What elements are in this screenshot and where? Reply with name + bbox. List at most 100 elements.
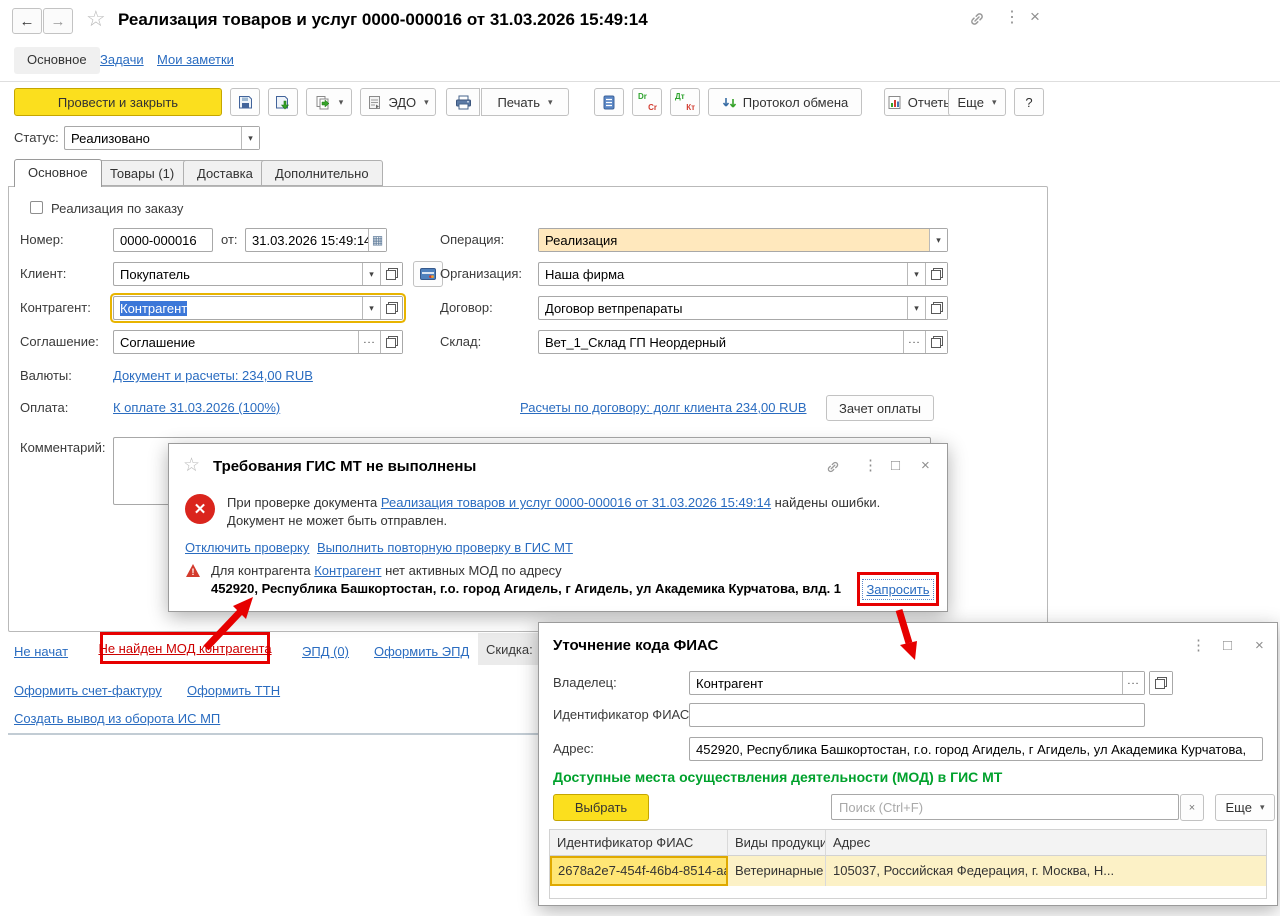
- tab-delivery[interactable]: Доставка: [183, 160, 267, 186]
- agreement-choose-icon[interactable]: ...: [358, 331, 380, 353]
- dr-label: Dr: [638, 92, 647, 101]
- post-and-close-button[interactable]: Провести и закрыть: [14, 88, 222, 116]
- search-clear-button[interactable]: ×: [1180, 794, 1204, 821]
- warehouse-field[interactable]: Вет_1_Склад ГП Неордерный ...: [538, 330, 948, 354]
- client-dropdown-icon[interactable]: ▾: [362, 263, 380, 285]
- search-input[interactable]: [831, 794, 1179, 820]
- counterparty-dropdown-icon[interactable]: ▾: [362, 297, 380, 319]
- modal-close-icon[interactable]: ×: [921, 458, 930, 474]
- page-title: Реализация товаров и услуг 0000-000016 о…: [118, 10, 648, 29]
- address-field[interactable]: 452920, Республика Башкортостан, г.о. го…: [689, 737, 1263, 761]
- nav-tasks[interactable]: Задачи: [100, 52, 144, 67]
- get-link-icon[interactable]: [968, 10, 986, 28]
- operation-dropdown-icon[interactable]: ▾: [929, 229, 947, 251]
- org-field[interactable]: Наша фирма ▾: [538, 262, 948, 286]
- owner-choose-icon[interactable]: ...: [1122, 672, 1144, 694]
- status-dropdown-icon[interactable]: ▾: [241, 127, 259, 149]
- client-field[interactable]: Покупатель ▾: [113, 262, 403, 286]
- tab-goods[interactable]: Товары (1): [96, 160, 189, 186]
- owner-open-button[interactable]: [1149, 671, 1173, 695]
- recheck-link[interactable]: Выполнить повторную проверку в ГИС МТ: [317, 540, 573, 555]
- help-button[interactable]: ?: [1014, 88, 1044, 116]
- epd-link[interactable]: ЭПД (0): [302, 644, 349, 659]
- mod-table: Идентификатор ФИАС Виды продукции Адрес …: [549, 829, 1267, 899]
- not-started-link[interactable]: Не начат: [14, 644, 68, 659]
- nav-main[interactable]: Основное: [14, 47, 100, 74]
- loyalty-card-button[interactable]: [413, 261, 443, 287]
- agreement-open-button[interactable]: [380, 331, 402, 353]
- modal-more-icon[interactable]: ⋮: [863, 458, 878, 474]
- fias-id-field[interactable]: [689, 703, 1145, 727]
- dtkt-button[interactable]: Дт Кт: [670, 88, 700, 116]
- settlements-link[interactable]: Расчеты по договору: долг клиента 234,00…: [520, 400, 807, 415]
- edo-button[interactable]: ЭДО: [360, 88, 436, 116]
- fias-maximize-icon[interactable]: □: [1223, 638, 1232, 654]
- warning-counterparty-link[interactable]: Контрагент: [314, 563, 381, 578]
- post-button[interactable]: [268, 88, 298, 116]
- fias-more-icon[interactable]: ⋮: [1191, 638, 1206, 654]
- order-checkbox[interactable]: [30, 201, 43, 214]
- col-product-types[interactable]: Виды продукции: [728, 830, 826, 856]
- offset-payment-button[interactable]: Зачет оплаты: [826, 395, 934, 421]
- calendar-icon[interactable]: ▦: [368, 229, 386, 251]
- status-select[interactable]: Реализовано ▾: [64, 126, 260, 150]
- back-button[interactable]: ←: [12, 8, 42, 34]
- make-epd-link[interactable]: Оформить ЭПД: [374, 644, 469, 659]
- ttn-link[interactable]: Оформить ТТН: [187, 683, 280, 698]
- contract-field[interactable]: Договор ветпрепараты ▾: [538, 296, 948, 320]
- register-records-button[interactable]: [594, 88, 624, 116]
- currencies-link[interactable]: Документ и расчеты: 234,00 RUB: [113, 368, 313, 383]
- contract-dropdown-icon[interactable]: ▾: [907, 297, 925, 319]
- print-menu-button[interactable]: Печать: [481, 88, 569, 116]
- modal-link-icon[interactable]: [825, 459, 841, 475]
- col-address[interactable]: Адрес: [826, 830, 1266, 856]
- error-suffix: найдены ошибки.: [774, 495, 881, 510]
- warehouse-open-button[interactable]: [925, 331, 947, 353]
- exchange-protocol-button[interactable]: Протокол обмена: [708, 88, 862, 116]
- tab-additional[interactable]: Дополнительно: [261, 160, 383, 186]
- cell-fias-id[interactable]: 2678a2e7-454f-46b4-8514-aabb07ab5e...: [550, 856, 728, 886]
- request-link[interactable]: Запросить: [862, 578, 934, 600]
- withdrawal-link[interactable]: Создать вывод из оборота ИС МП: [14, 711, 220, 726]
- modal-star-icon[interactable]: ☆: [183, 454, 200, 477]
- client-open-button[interactable]: [380, 263, 402, 285]
- disable-check-link[interactable]: Отключить проверку: [185, 540, 309, 555]
- operation-field[interactable]: Реализация ▾: [538, 228, 948, 252]
- gis-mt-modal: ☆ Требования ГИС МТ не выполнены ⋮ □ × ✕…: [168, 443, 948, 612]
- fias-more-button[interactable]: Еще: [1215, 794, 1275, 821]
- drcr-button[interactable]: Dr Cr: [632, 88, 662, 116]
- payment-card-icon: [420, 268, 436, 280]
- favorite-star-icon[interactable]: ☆: [86, 6, 106, 32]
- cell-address[interactable]: 105037, Российская Федерация, г. Москва,…: [826, 856, 1266, 886]
- warehouse-choose-icon[interactable]: ...: [903, 331, 925, 353]
- fias-close-icon[interactable]: ×: [1255, 638, 1264, 654]
- toolbar-more-button[interactable]: Еще: [948, 88, 1006, 116]
- select-button[interactable]: Выбрать: [553, 794, 649, 821]
- date-field[interactable]: 31.03.2026 15:49:14 ▦: [245, 228, 387, 252]
- contract-open-button[interactable]: [925, 297, 947, 319]
- save-button[interactable]: [230, 88, 260, 116]
- window-more-icon[interactable]: ⋮: [1004, 10, 1020, 26]
- open-icon: [1155, 677, 1167, 689]
- create-based-on-button[interactable]: [306, 88, 352, 116]
- print-icon-button[interactable]: [446, 88, 480, 116]
- forward-button[interactable]: →: [43, 8, 73, 34]
- window-close-icon[interactable]: ×: [1030, 8, 1040, 25]
- counterparty-field[interactable]: Контрагент ▾: [113, 296, 403, 320]
- cell-product-types[interactable]: Ветеринарные пре...: [728, 856, 826, 886]
- modal-maximize-icon[interactable]: □: [891, 458, 900, 474]
- invoice-link[interactable]: Оформить счет-фактуру: [14, 683, 162, 698]
- owner-field[interactable]: Контрагент ...: [689, 671, 1145, 695]
- error-document-link[interactable]: Реализация товаров и услуг 0000-000016 о…: [381, 495, 771, 510]
- counterparty-open-button[interactable]: [380, 297, 402, 319]
- mod-not-found-link[interactable]: Не найден МОД контрагента: [98, 641, 271, 656]
- table-row[interactable]: 2678a2e7-454f-46b4-8514-aabb07ab5e... Ве…: [550, 856, 1266, 886]
- org-open-button[interactable]: [925, 263, 947, 285]
- payment-link[interactable]: К оплате 31.03.2026 (100%): [113, 400, 280, 415]
- col-fias-id[interactable]: Идентификатор ФИАС: [550, 830, 728, 856]
- org-dropdown-icon[interactable]: ▾: [907, 263, 925, 285]
- tab-main[interactable]: Основное: [14, 159, 102, 187]
- nav-notes[interactable]: Мои заметки: [157, 52, 234, 67]
- number-field[interactable]: 0000-000016: [113, 228, 213, 252]
- agreement-field[interactable]: Соглашение ...: [113, 330, 403, 354]
